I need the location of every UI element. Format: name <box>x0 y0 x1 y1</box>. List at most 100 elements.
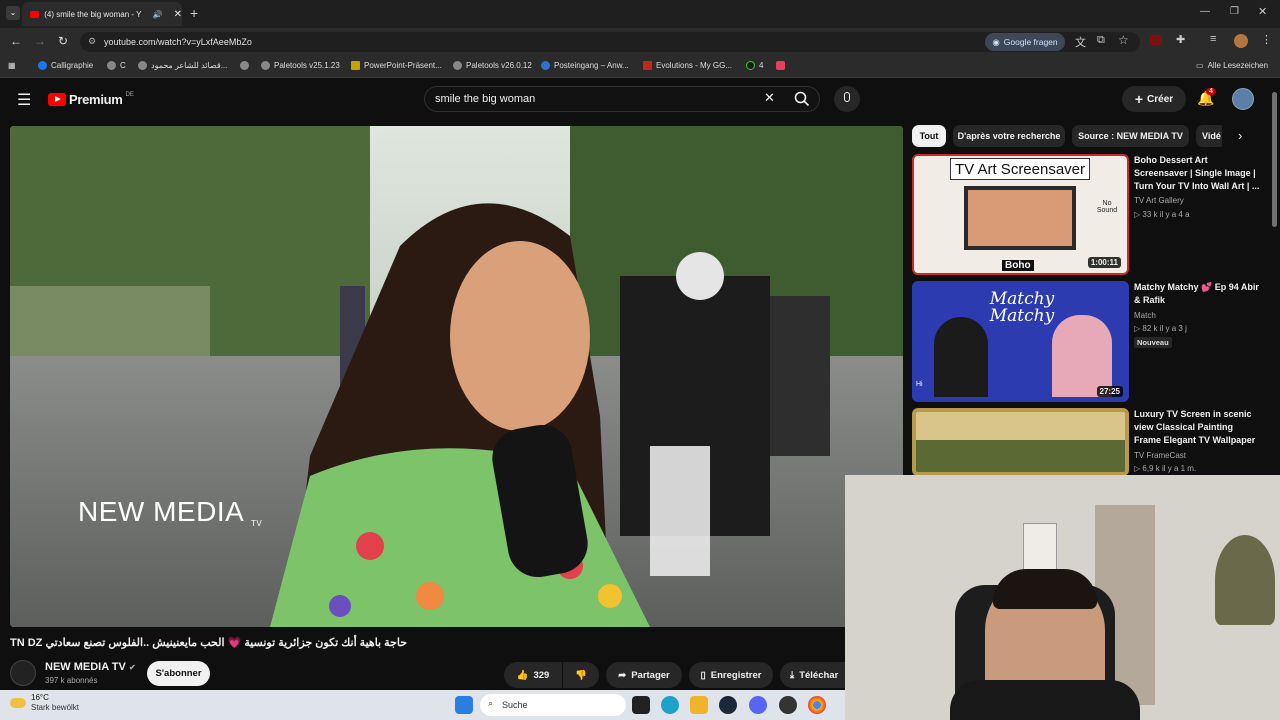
restore-button[interactable]: ❐ <box>1230 6 1239 17</box>
tab-title: (4) smile the big woman - Y <box>44 9 142 19</box>
chip-related-search[interactable]: D'après votre recherche <box>953 125 1065 147</box>
video-title: TN DZ حاجة باهية أنك تكون جزائرية تونسية… <box>10 637 408 649</box>
account-avatar[interactable] <box>1232 88 1254 110</box>
chrome-icon[interactable] <box>808 696 826 714</box>
browser-tab-strip: ⌄ (4) smile the big woman - Y 🔊 ✕ + — ❐ … <box>0 0 1280 28</box>
forward-icon[interactable]: → <box>34 34 46 48</box>
browser-tab[interactable]: (4) smile the big woman - Y 🔊 ✕ <box>22 2 182 26</box>
painting-sky <box>916 412 1125 442</box>
notification-badge: 4 <box>1206 88 1216 95</box>
thumbs-up-icon: 👍 <box>516 669 529 681</box>
bookmark-item[interactable]: C <box>107 61 126 70</box>
thumbnail-caption: Hi <box>916 381 923 388</box>
media-controls-icon[interactable]: ≡ <box>1210 33 1216 45</box>
globe-icon <box>453 61 462 70</box>
bookmark-item[interactable] <box>776 61 785 70</box>
youtube-logo[interactable]: Premium DE <box>48 92 134 107</box>
bookmark-item[interactable]: 4 <box>746 61 763 70</box>
recommendation-title[interactable]: Boho Dessert Art Screensaver | Single Im… <box>1134 154 1262 193</box>
bookmark-item[interactable]: Paletools v25.1.23 <box>261 61 340 70</box>
create-button[interactable]: + Créer <box>1122 86 1186 112</box>
video-thumbnail[interactable]: TV Art Screensaver No Sound Boho 1:00:11 <box>912 154 1129 275</box>
recommendation-item[interactable]: TV Art Screensaver No Sound Boho 1:00:11… <box>912 154 1262 276</box>
notifications-button[interactable]: 🔔 4 <box>1197 88 1216 107</box>
bookmark-item[interactable]: PowerPoint-Präsent... <box>351 61 442 70</box>
app-icon[interactable] <box>779 696 797 714</box>
bookmark-item[interactable]: Evolutions - My GG... <box>643 61 732 70</box>
recommendation-item[interactable]: Matchy Matchy Hi 27:25 Matchy Matchy 💕 E… <box>912 281 1262 403</box>
extension-icon[interactable] <box>1150 35 1162 45</box>
bookmark-item[interactable]: قصائد للشاعر محمود... <box>138 61 227 70</box>
bookmark-label: Paletools v25.1.23 <box>274 61 340 70</box>
bookmark-item[interactable] <box>240 61 249 70</box>
share-button[interactable]: ➦ Partager <box>606 662 682 688</box>
recommendation-channel[interactable]: TV Art Gallery <box>1134 196 1184 205</box>
thumbnail-caption: Boho <box>1002 260 1034 271</box>
address-bar[interactable]: ⚙ youtube.com/watch?v=yLxfAeeMbZo <box>80 32 1140 52</box>
discord-icon[interactable] <box>749 696 767 714</box>
page-scrollbar[interactable] <box>1272 92 1277 227</box>
save-button[interactable]: ▯ Enregistrer <box>689 662 773 688</box>
subscribe-button[interactable]: S'abonner <box>147 661 210 686</box>
site-info-icon[interactable]: ⚙ <box>88 36 96 47</box>
meta-text: 82 k il y a 3 j <box>1142 324 1187 333</box>
chip-videos[interactable]: Vidé <box>1196 125 1222 147</box>
chip-channel-source[interactable]: Source : NEW MEDIA TV <box>1072 125 1189 147</box>
like-button[interactable]: 👍 329 <box>504 662 562 688</box>
search-button[interactable] <box>784 86 820 112</box>
search-input[interactable]: smile the big woman <box>424 86 820 112</box>
globe-icon <box>138 61 147 70</box>
search-query: smile the big woman <box>435 93 536 105</box>
file-explorer-icon[interactable] <box>690 696 708 714</box>
bookmark-item[interactable]: Posteingang – Anw... <box>541 61 629 70</box>
bookmark-label: Alle Lesezeichen <box>1207 61 1269 70</box>
steam-icon[interactable] <box>719 696 737 714</box>
video-player[interactable]: NEW MEDIA TV <box>10 126 903 627</box>
microphone-icon <box>844 92 850 102</box>
extensions-puzzle-icon[interactable]: ✚ <box>1176 33 1185 46</box>
share-label: Partager <box>631 669 670 681</box>
recommendation-item[interactable]: Luxury TV Screen in scenic view Classica… <box>912 408 1262 476</box>
recommendation-channel[interactable]: Match <box>1134 311 1156 320</box>
minimize-button[interactable]: — <box>1200 6 1210 17</box>
tab-close-icon[interactable]: ✕ <box>174 9 182 20</box>
task-view-icon[interactable] <box>632 696 650 714</box>
chip-all[interactable]: Tout <box>912 125 946 147</box>
edge-icon[interactable] <box>661 696 679 714</box>
tab-list-button[interactable]: ⌄ <box>6 6 20 20</box>
bookmark-item[interactable]: Calligraphie <box>38 61 93 70</box>
video-thumbnail[interactable]: Matchy Matchy Hi 27:25 <box>912 281 1129 402</box>
taskbar-search-input[interactable]: ⌕ Suche <box>480 694 626 716</box>
download-button[interactable]: ⤓ Téléchar <box>780 662 845 688</box>
chrome-menu-icon[interactable]: ⋮ <box>1261 33 1272 46</box>
back-icon[interactable]: ← <box>10 34 22 48</box>
reload-icon[interactable]: ↻ <box>58 34 68 48</box>
weather-widget[interactable]: 16°C Stark bewölkt <box>10 693 79 713</box>
close-window-button[interactable]: ✕ <box>1258 5 1267 18</box>
bookmarks-bar: ▦ Calligraphie C قصائد للشاعر محمود... P… <box>0 56 1280 78</box>
channel-name[interactable]: NEW MEDIA TV ✔ <box>45 661 136 673</box>
translate-icon[interactable]: 文 <box>1075 34 1086 50</box>
recommendation-channel[interactable]: TV FrameCast <box>1134 451 1186 460</box>
recommendation-title[interactable]: Luxury TV Screen in scenic view Classica… <box>1134 408 1262 447</box>
profile-avatar[interactable] <box>1234 34 1248 48</box>
clear-search-icon[interactable]: ✕ <box>764 90 775 106</box>
facebook-icon <box>38 61 47 70</box>
new-tab-button[interactable]: + <box>190 5 198 21</box>
dislike-button[interactable]: 👎 <box>563 662 599 688</box>
chips-next-icon[interactable]: › <box>1238 128 1242 143</box>
channel-avatar[interactable] <box>10 660 36 686</box>
install-icon[interactable]: ⧉ <box>1097 34 1105 47</box>
audio-icon[interactable]: 🔊 <box>153 10 163 19</box>
windows-start-icon[interactable] <box>455 696 473 714</box>
google-fragen-button[interactable]: ◉ Google fragen <box>985 33 1065 51</box>
voice-search-button[interactable] <box>834 86 860 112</box>
menu-icon[interactable]: ☰ <box>17 90 31 110</box>
create-label: Créer <box>1147 93 1174 105</box>
all-bookmarks-folder[interactable]: ▭ Alle Lesezeichen <box>1196 61 1268 70</box>
video-thumbnail[interactable] <box>912 408 1129 476</box>
apps-icon[interactable]: ▦ <box>8 61 16 70</box>
bookmark-star-icon[interactable]: ☆ <box>1118 33 1129 47</box>
bookmark-item[interactable]: Paletools v26.0.12 <box>453 61 532 70</box>
recommendation-title[interactable]: Matchy Matchy 💕 Ep 94 Abir & Rafik <box>1134 281 1262 307</box>
